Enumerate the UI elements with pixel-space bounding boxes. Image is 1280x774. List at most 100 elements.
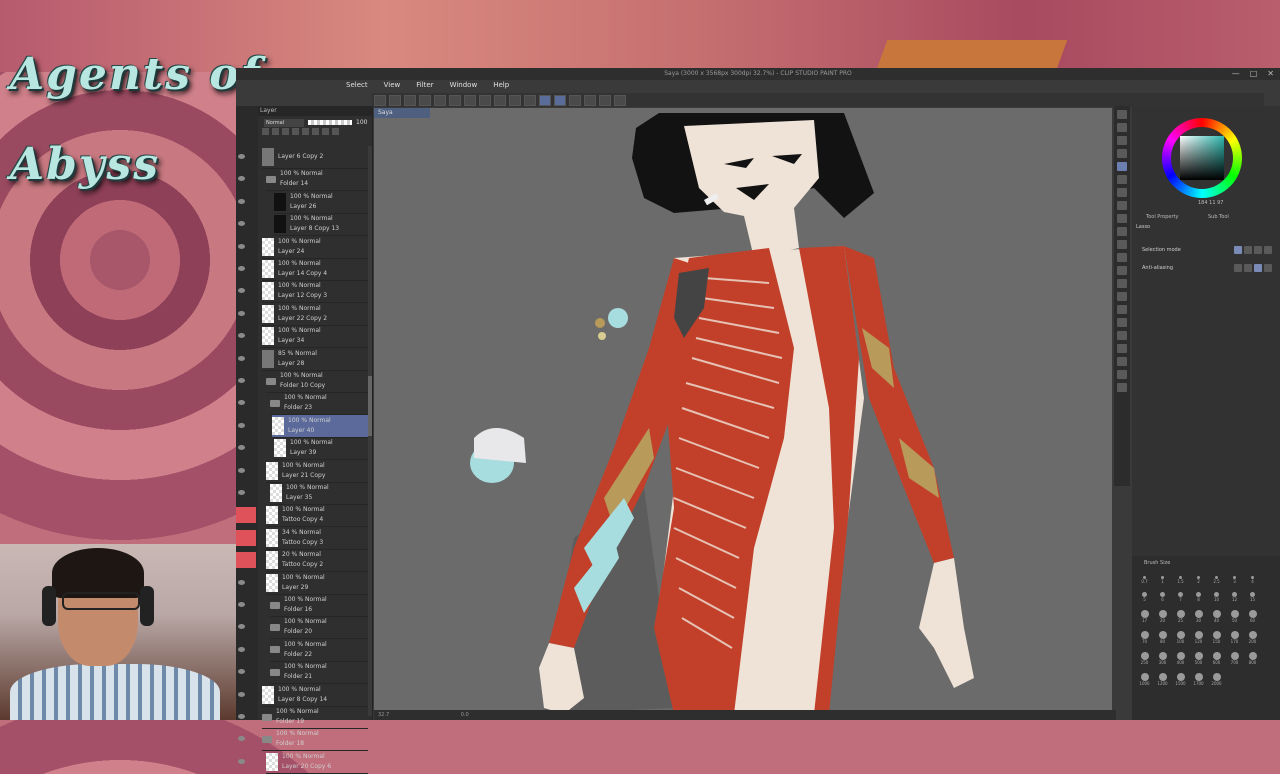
layer-folder[interactable]: 100 % Normal Folder 20: [270, 616, 368, 640]
saturation-value-square[interactable]: [1180, 136, 1224, 180]
visibility-eye-icon[interactable]: [238, 176, 245, 182]
aa-none-icon[interactable]: [1234, 264, 1242, 272]
visibility-eye-icon[interactable]: [238, 400, 245, 406]
layer-folder[interactable]: 100 % Normal Folder 14: [266, 168, 368, 192]
brush-size-preset[interactable]: 70: [1138, 631, 1151, 644]
reference-layer-icon[interactable]: [302, 128, 309, 135]
clear-icon[interactable]: [449, 94, 461, 106]
ruler-icon[interactable]: [569, 94, 581, 106]
layer-row[interactable]: 100 % Normal Layer 12 Copy 3: [262, 280, 368, 304]
brush-size-preset[interactable]: 1.5: [1174, 576, 1187, 584]
calendar-icon[interactable]: [599, 94, 611, 106]
visibility-eye-icon[interactable]: [238, 333, 245, 339]
visibility-eye-icon[interactable]: [238, 422, 245, 428]
brush-size-preset[interactable]: 600: [1210, 652, 1223, 665]
eyedropper-tool-icon[interactable]: [1117, 188, 1127, 197]
redo-icon[interactable]: [434, 94, 446, 106]
figure-tool-icon[interactable]: [1117, 305, 1127, 314]
tab-tool-property[interactable]: Tool Property: [1146, 212, 1178, 222]
aa-strong-icon[interactable]: [1264, 264, 1272, 272]
mask-icon[interactable]: [322, 128, 329, 135]
add-selection-icon[interactable]: [1244, 246, 1252, 254]
aa-medium-icon[interactable]: [1254, 264, 1262, 272]
visibility-eye-icon[interactable]: [238, 691, 245, 697]
delete-layer-icon[interactable]: [332, 128, 339, 135]
correct-line-tool-icon[interactable]: [1117, 370, 1127, 379]
brush-size-preset[interactable]: 50: [1228, 610, 1241, 623]
visibility-eye-icon[interactable]: [238, 467, 245, 473]
menu-window[interactable]: Window: [450, 81, 478, 93]
layer-row[interactable]: 100 % Normal Layer 20 Copy 6: [266, 751, 368, 774]
fill-tool-icon[interactable]: [1117, 279, 1127, 288]
transform-icon[interactable]: [479, 94, 491, 106]
layer-row[interactable]: 34 % Normal Tattoo Copy 3: [266, 527, 368, 550]
layer-folder[interactable]: 100 % Normal Folder 18: [262, 728, 368, 752]
brush-size-preset[interactable]: 200: [1246, 631, 1259, 644]
visibility-eye-icon[interactable]: [238, 602, 245, 607]
layer-row[interactable]: 85 % Normal Layer 28: [262, 348, 368, 371]
balloon-tool-icon[interactable]: [1117, 357, 1127, 366]
new-raster-layer-icon[interactable]: [262, 128, 269, 135]
aa-weak-icon[interactable]: [1244, 264, 1252, 272]
brush-size-preset[interactable]: 20: [1156, 610, 1169, 623]
visibility-eye-icon[interactable]: [238, 243, 245, 249]
layer-row[interactable]: 100 % Normal Layer 24: [262, 236, 368, 259]
canvas-area[interactable]: Saya: [374, 108, 1112, 714]
visibility-eye-icon[interactable]: [238, 736, 245, 742]
angle-readout[interactable]: 0.0: [461, 712, 469, 718]
subtract-selection-icon[interactable]: [1254, 246, 1262, 254]
brush-size-preset[interactable]: 300: [1156, 652, 1169, 665]
layer-row[interactable]: 100 % Normal Layer 40: [272, 414, 368, 438]
brush-size-preset[interactable]: 25: [1174, 610, 1187, 623]
brush-size-preset[interactable]: 400: [1174, 652, 1187, 665]
settings-icon[interactable]: [614, 94, 626, 106]
eraser-tool-icon[interactable]: [1117, 253, 1127, 262]
save-icon[interactable]: [404, 94, 416, 106]
menu-help[interactable]: Help: [493, 81, 509, 93]
brush-size-preset[interactable]: 17: [1138, 610, 1151, 623]
brush-size-preset[interactable]: 5: [1138, 592, 1151, 602]
layer-row[interactable]: 100 % Normal Layer 34: [262, 325, 368, 349]
visibility-eye-icon[interactable]: [238, 490, 245, 495]
brush-size-preset[interactable]: 10: [1210, 592, 1223, 602]
move-layer-tool-icon[interactable]: [1117, 149, 1127, 158]
clip-layer-icon[interactable]: [292, 128, 299, 135]
layer-folder[interactable]: 100 % Normal Folder 16: [270, 594, 368, 617]
airbrush-tool-icon[interactable]: [1117, 240, 1127, 249]
layer-scroll-thumb[interactable]: [368, 376, 372, 436]
brush-size-preset[interactable]: 800: [1246, 652, 1259, 665]
selection-border-icon[interactable]: [524, 94, 536, 106]
minimize-button[interactable]: —: [1232, 69, 1240, 78]
undo-icon[interactable]: [419, 94, 431, 106]
brush-size-preset[interactable]: 1: [1156, 576, 1169, 584]
new-file-icon[interactable]: [374, 94, 386, 106]
visibility-eye-icon[interactable]: [238, 378, 245, 383]
brush-size-preset[interactable]: 8: [1192, 592, 1205, 602]
operation-tool-icon[interactable]: [1117, 136, 1127, 145]
brush-size-preset[interactable]: 1700: [1192, 673, 1205, 686]
brush-size-preset[interactable]: 170: [1228, 631, 1241, 644]
brush-size-preset[interactable]: 40: [1210, 610, 1223, 623]
pencil-tool-icon[interactable]: [1117, 214, 1127, 223]
lock-icon[interactable]: [312, 128, 319, 135]
visibility-eye-icon[interactable]: [238, 714, 245, 719]
layer-row[interactable]: 100 % Normal Layer 39: [274, 437, 368, 461]
brush-size-preset[interactable]: 500: [1192, 652, 1205, 665]
hand-tool-icon[interactable]: [1117, 123, 1127, 132]
lasso-tool-icon[interactable]: [1117, 162, 1127, 171]
layer-row[interactable]: 20 % Normal Tattoo Copy 2: [266, 549, 368, 573]
invert-selection-icon[interactable]: [509, 94, 521, 106]
brush-size-preset[interactable]: 250: [1138, 652, 1151, 665]
brush-size-preset[interactable]: 4: [1246, 576, 1259, 584]
brush-size-preset[interactable]: 0.7: [1138, 576, 1151, 584]
layer-folder[interactable]: 100 % Normal Folder 19: [262, 706, 368, 729]
brush-size-preset[interactable]: 150: [1210, 631, 1223, 644]
new-folder-icon[interactable]: [282, 128, 289, 135]
brush-size-preset[interactable]: 6: [1156, 592, 1169, 602]
layer-row[interactable]: 100 % Normal Layer 8 Copy 14: [262, 684, 368, 707]
layer-folder[interactable]: 100 % Normal Folder 22: [270, 639, 368, 662]
maximize-button[interactable]: □: [1250, 69, 1258, 78]
layer-row[interactable]: 100 % Normal Layer 22 Copy 2: [262, 303, 368, 326]
new-selection-icon[interactable]: [1234, 246, 1242, 254]
menu-filter[interactable]: Filter: [416, 81, 433, 93]
